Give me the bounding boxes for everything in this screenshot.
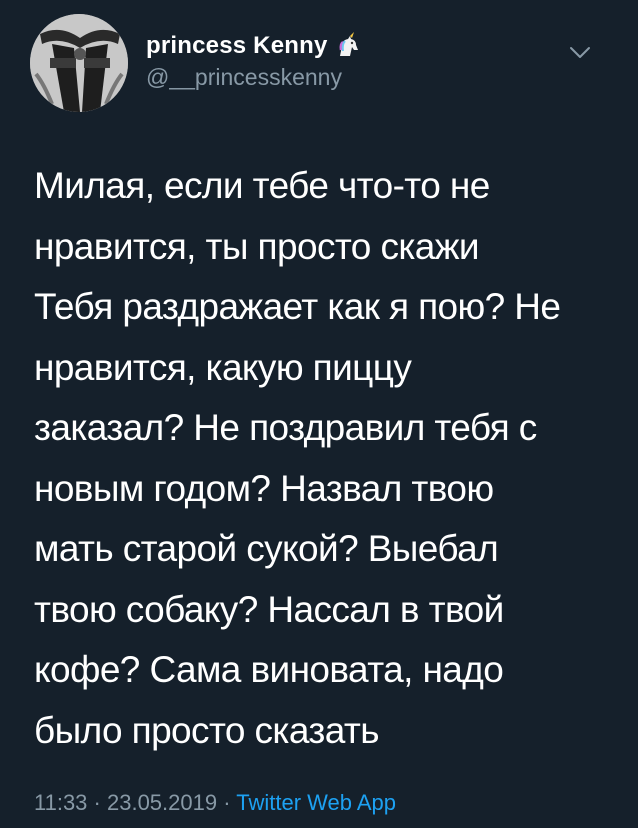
tweet-text-line: мать старой сукой? Выебал: [34, 528, 499, 569]
tweet-text: Милая, если тебе что-то не нравится, ты …: [34, 156, 624, 761]
tweet-text-line: твою собаку? Нассал в твой: [34, 588, 504, 630]
meta-separator: ·: [217, 790, 237, 815]
user-handle[interactable]: @__princesskenny: [146, 64, 362, 91]
tweet-source-link[interactable]: Twitter Web App: [236, 790, 396, 815]
tweet-text-line: заказал? Не поздравил тебя с: [34, 407, 537, 448]
tweet-meta: 11:33 · 23.05.2019 · Twitter Web App: [34, 790, 396, 816]
tweet-date[interactable]: 23.05.2019: [107, 790, 217, 815]
tweet-text-line: новым годом? Назвал твою: [34, 467, 494, 509]
chevron-down-icon[interactable]: [568, 40, 592, 64]
tweet: princess Kenny @__princesskenny Милая, е…: [0, 0, 638, 828]
display-name-row: princess Kenny: [146, 30, 362, 62]
tweet-text-line: кофе? Сама виновата, надо: [34, 649, 504, 690]
display-name[interactable]: princess Kenny: [146, 32, 328, 60]
tweet-text-line: нравится, какую пиццу: [34, 346, 412, 388]
avatar[interactable]: [30, 14, 128, 112]
meta-separator: ·: [87, 790, 107, 815]
tweet-time[interactable]: 11:33: [34, 790, 87, 815]
user-names: princess Kenny @__princesskenny: [146, 30, 362, 91]
unicorn-icon: [334, 32, 362, 60]
avatar-image: [30, 14, 128, 112]
tweet-text-line: Милая, если тебе что-то не: [34, 165, 490, 206]
tweet-text-line: Тебя раздражает как я пою? Не: [34, 286, 561, 327]
tweet-text-line: нравится, ты просто скажи: [34, 225, 480, 267]
tweet-text-line: было просто сказать: [34, 709, 380, 751]
tweet-header: princess Kenny @__princesskenny: [30, 14, 620, 114]
